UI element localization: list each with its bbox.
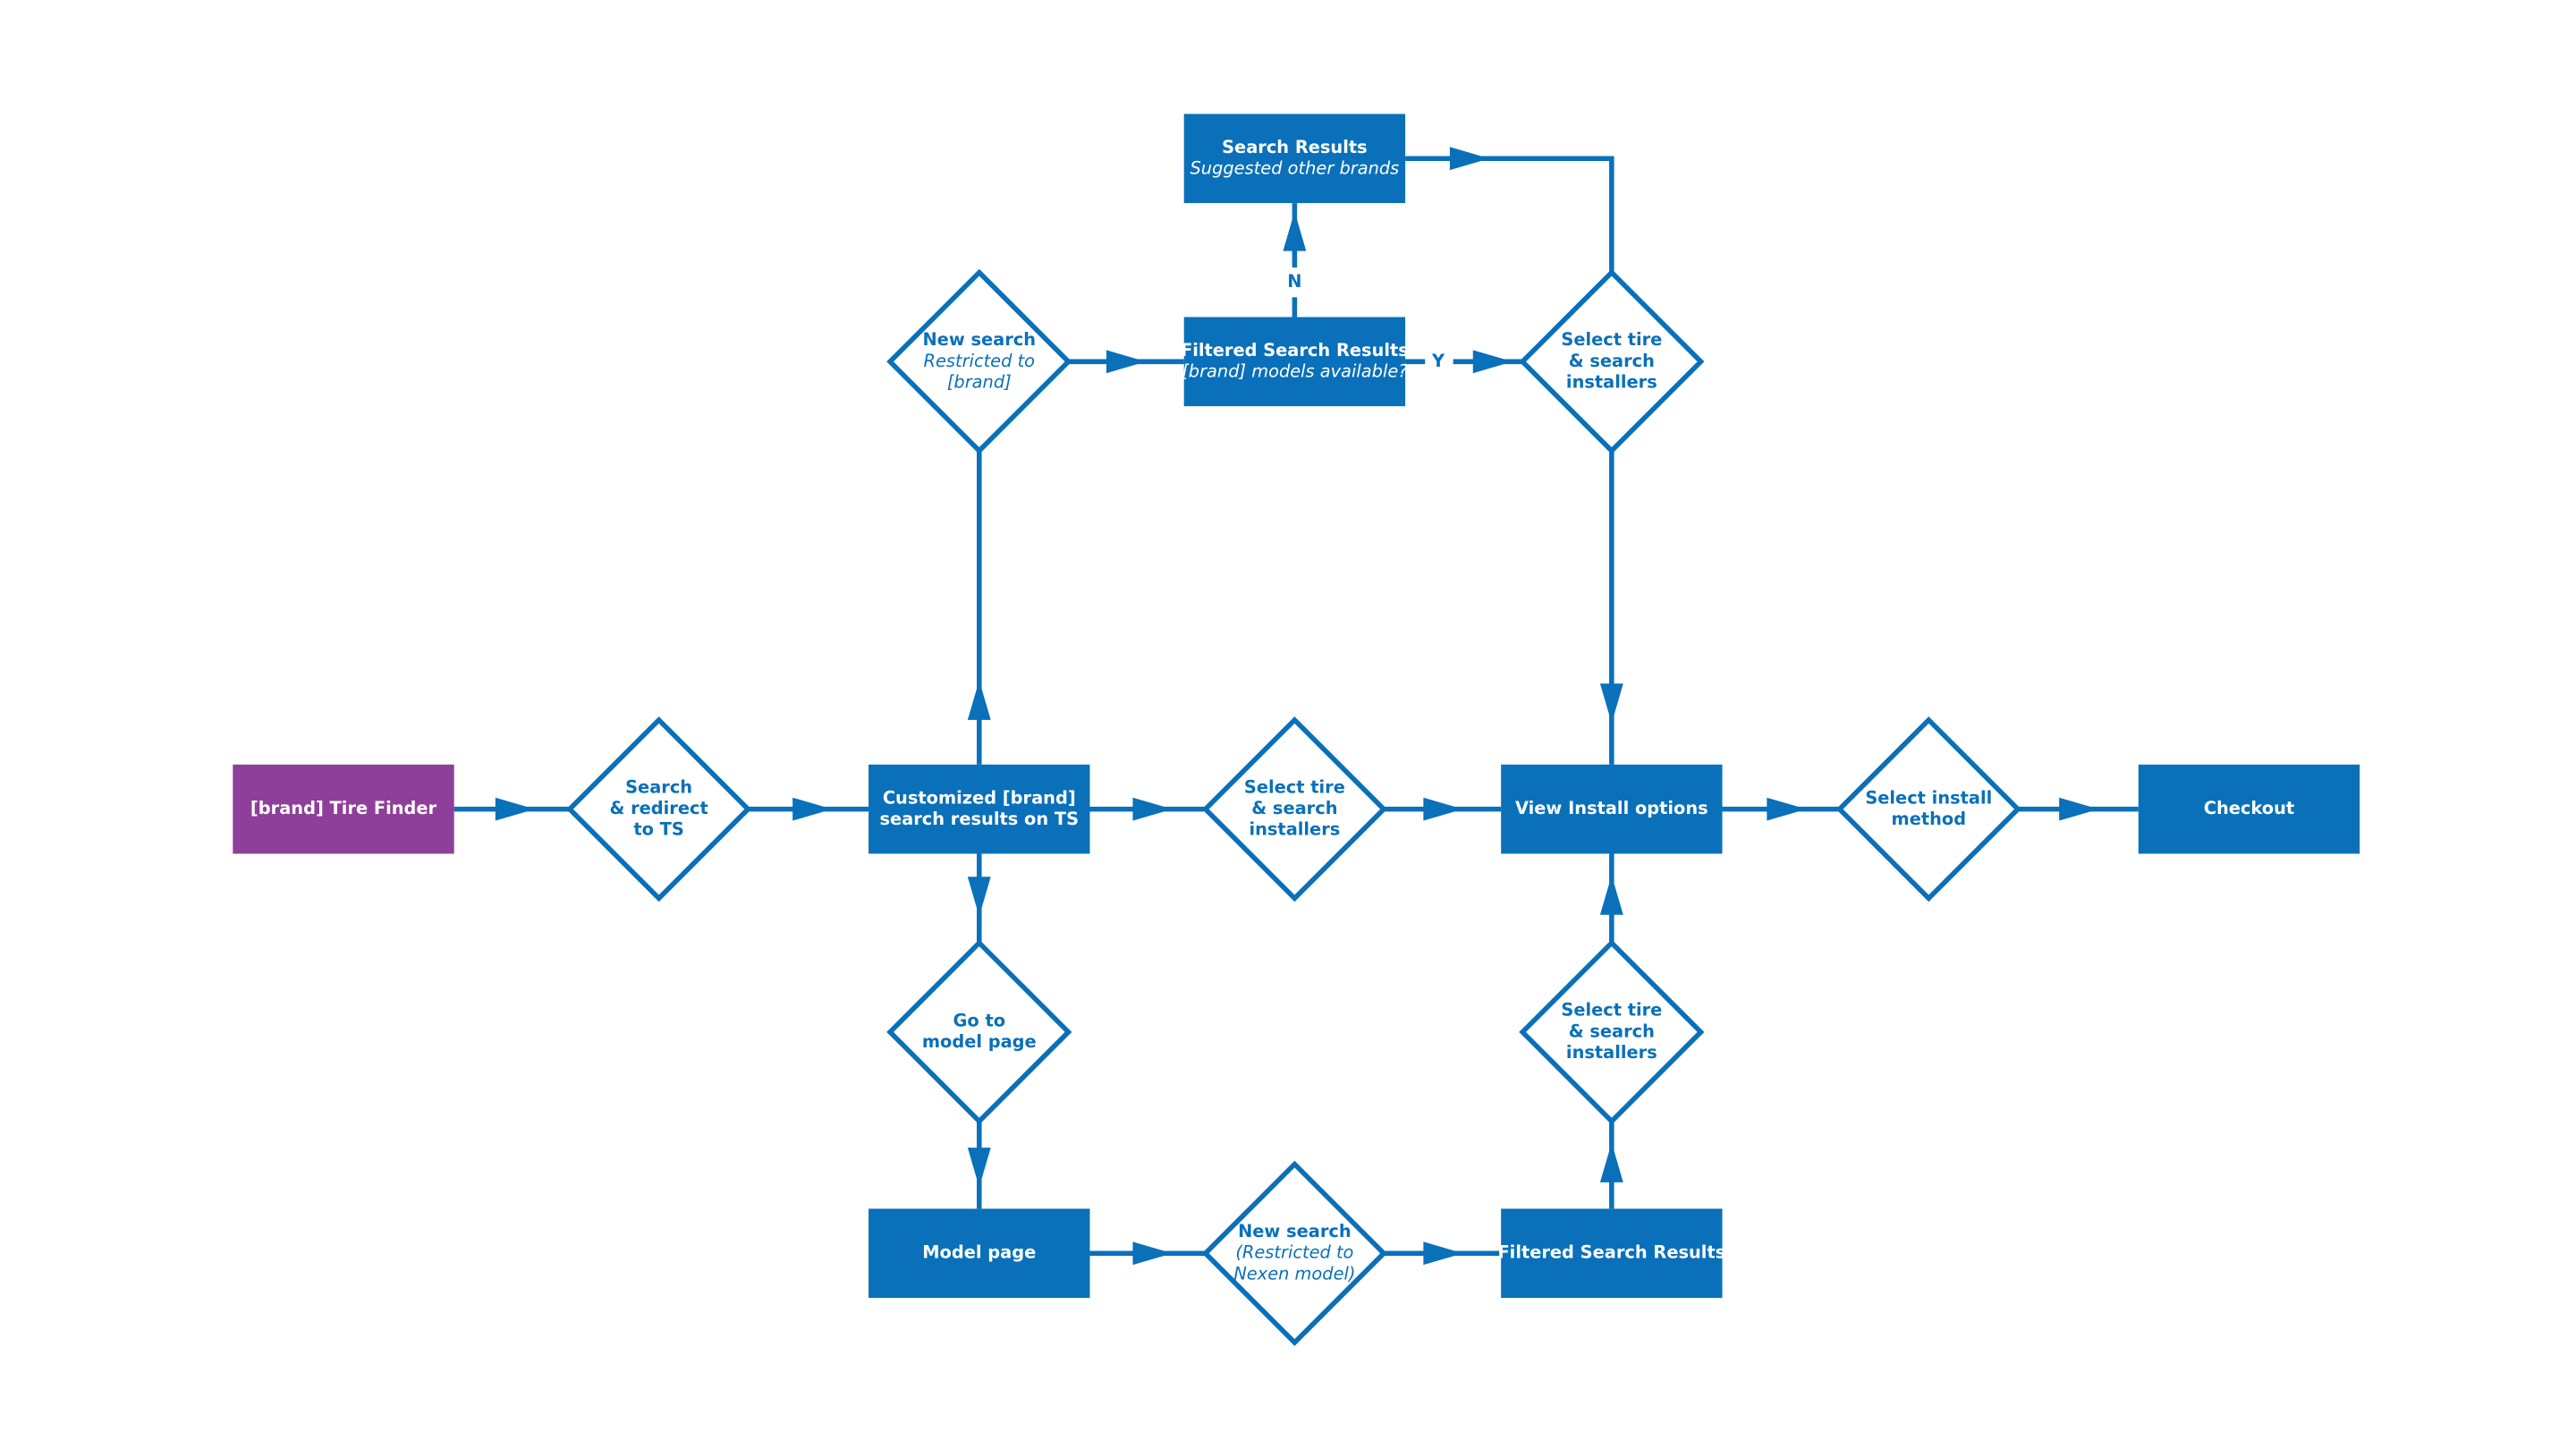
node-label-line: (Restricted to — [1235, 1242, 1353, 1263]
connector-filtered-results-top-to-search-results-other: N — [1283, 203, 1307, 318]
connector-model-page-to-new-search-nexen — [1089, 1241, 1206, 1266]
arrowhead-icon — [1472, 350, 1513, 374]
connector-new-search-nexen-to-filtered-results-bottom — [1384, 1241, 1502, 1266]
node-label-line: [brand] — [947, 371, 1012, 392]
arrowhead-icon — [1599, 875, 1623, 915]
arrowhead-icon — [1599, 683, 1623, 724]
node-label-line: installers — [1249, 819, 1340, 840]
node-label-line: search results on TS — [879, 809, 1079, 829]
node-model-page[interactable]: Model page — [869, 1208, 1090, 1299]
node-select-tire-top[interactable]: Select tire& searchinstallers — [1519, 268, 1705, 454]
arrowhead-icon — [1767, 797, 1807, 821]
connector-new-search-brand-to-filtered-results-top — [1068, 350, 1184, 374]
node-label-line: Select tire — [1244, 776, 1345, 797]
node-label-line: installers — [1566, 1042, 1657, 1063]
node-customized-results[interactable]: Customized [brand]search results on TS — [869, 764, 1090, 854]
node-label-line: Customized [brand] — [883, 787, 1076, 808]
arrowhead-icon — [967, 877, 991, 917]
arrowhead-icon — [2059, 797, 2099, 821]
node-label-line: New search — [1238, 1221, 1352, 1241]
connector-filtered-results-top-to-select-tire-top: Y — [1405, 350, 1523, 374]
arrowhead-icon — [1106, 350, 1147, 374]
node-label-line: Filtered Search Results — [1497, 1242, 1725, 1263]
node-label-line: Filtered Search Results — [1181, 340, 1409, 360]
connector-select-tire-top-to-view-install — [1599, 451, 1623, 765]
node-new-search-nexen[interactable]: New search(Restricted toNexen model) — [1201, 1160, 1387, 1346]
node-label-line: New search — [922, 329, 1036, 350]
node-label-line: Model page — [922, 1242, 1036, 1263]
node-label-line: method — [1892, 809, 1967, 829]
node-tire-finder[interactable]: [brand] Tire Finder — [233, 764, 454, 854]
node-label-line: Suggested other brands — [1191, 158, 1400, 179]
node-label-line: Checkout — [2204, 798, 2294, 818]
connector-customized-results-to-new-search-brand — [967, 451, 991, 765]
node-label-line: & search — [1251, 798, 1337, 818]
node-go-model-page[interactable]: Go tomodel page — [886, 939, 1072, 1125]
connector-filtered-results-bottom-to-select-tire-bottom — [1599, 1121, 1623, 1209]
connector-select-install-method-to-checkout — [2018, 797, 2139, 821]
arrowhead-icon — [967, 1148, 991, 1188]
node-filtered-results-bottom[interactable]: Filtered Search Results — [1497, 1208, 1725, 1299]
arrowhead-icon — [1449, 147, 1490, 171]
flowchart: NY [brand] Tire FinderSearch& redirectto… — [233, 114, 2360, 1346]
arrowhead-icon — [1132, 797, 1173, 821]
arrowhead-icon — [1423, 797, 1463, 821]
connector-select-tire-bottom-to-view-install — [1599, 853, 1623, 944]
edge-label-y: Y — [1431, 351, 1445, 371]
connector-go-model-page-to-model-page — [967, 1121, 991, 1209]
connector-customized-results-to-select-tire-mid — [1089, 797, 1206, 821]
node-label-line: Select install — [1865, 787, 1992, 808]
node-checkout[interactable]: Checkout — [2138, 764, 2360, 854]
arrowhead-icon — [967, 680, 991, 720]
node-label-line: Restricted to — [924, 351, 1036, 371]
node-select-tire-bottom[interactable]: Select tire& searchinstallers — [1519, 939, 1705, 1125]
arrowhead-icon — [1599, 1142, 1623, 1182]
node-label-line: [brand] Tire Finder — [250, 798, 437, 818]
edge-label-n: N — [1287, 271, 1301, 292]
connector-search-results-other-to-select-tire-top — [1405, 147, 1614, 273]
node-view-install[interactable]: View Install options — [1501, 764, 1723, 854]
node-label-line: Select tire — [1561, 1000, 1662, 1021]
arrowhead-icon — [495, 797, 536, 821]
arrowhead-icon — [1132, 1241, 1173, 1266]
arrowhead-icon — [1423, 1241, 1463, 1266]
node-label-line: & search — [1569, 1021, 1655, 1041]
node-new-search-brand[interactable]: New searchRestricted to[brand] — [886, 268, 1072, 454]
node-select-install-method[interactable]: Select installmethod — [1835, 716, 2021, 902]
connector-view-install-to-select-install-method — [1722, 797, 1840, 821]
node-label-line: [brand] models available? — [1182, 361, 1407, 382]
node-filtered-results-top[interactable]: Filtered Search Results[brand] models av… — [1181, 317, 1409, 407]
node-label-line: & redirect — [609, 798, 708, 818]
connector-line — [1405, 156, 1614, 273]
node-label-line: installers — [1566, 371, 1657, 392]
edges-layer: NY — [453, 147, 2139, 1266]
node-label-line: Search Results — [1222, 137, 1368, 157]
node-label-line: Select tire — [1561, 329, 1662, 350]
connector-customized-results-to-go-model-page — [967, 853, 991, 944]
node-label-line: Search — [625, 776, 692, 797]
arrowhead-icon — [1283, 211, 1307, 251]
node-search-results-other[interactable]: Search ResultsSuggested other brands — [1183, 114, 1406, 204]
node-label-line: View Install options — [1515, 798, 1708, 818]
node-label-line: & search — [1569, 351, 1655, 371]
node-select-tire-mid[interactable]: Select tire& searchinstallers — [1201, 716, 1387, 902]
connector-search-redirect-to-customized-results — [748, 797, 869, 821]
node-label-line: Go to — [953, 1011, 1005, 1031]
node-label-line: Nexen model) — [1233, 1263, 1355, 1284]
node-label-line: to TS — [633, 819, 684, 840]
connector-select-tire-mid-to-view-install — [1384, 797, 1502, 821]
node-search-redirect[interactable]: Search& redirectto TS — [566, 716, 752, 902]
node-label-line: model page — [922, 1031, 1037, 1052]
arrowhead-icon — [792, 797, 833, 821]
connector-tire-finder-to-search-redirect — [453, 797, 570, 821]
